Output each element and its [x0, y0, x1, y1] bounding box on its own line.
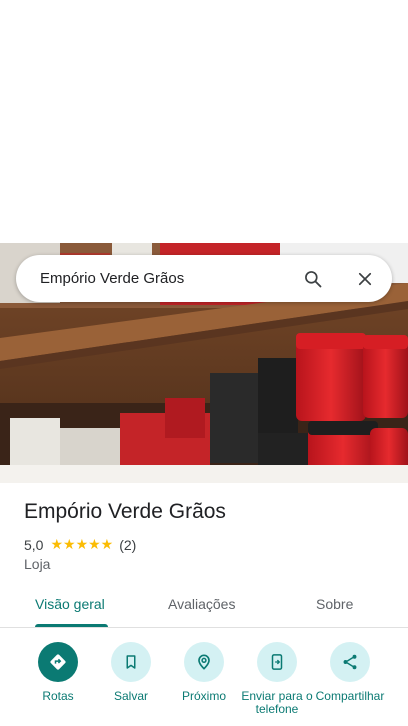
star-rating: ★★★★★	[50, 536, 114, 552]
place-category: Loja	[24, 556, 51, 572]
nearby-label: Próximo	[181, 689, 226, 703]
save-label: Salvar	[113, 689, 148, 703]
tab-overview[interactable]: Visão geral	[35, 596, 105, 612]
map-area[interactable]	[0, 0, 408, 243]
review-count[interactable]: (2)	[119, 537, 136, 553]
place-title: Empório Verde Grãos	[24, 500, 226, 523]
tab-bar: Visão geral Avaliações Sobre	[0, 584, 408, 628]
save-button[interactable]: Salvar	[91, 642, 171, 703]
search-input[interactable]: Empório Verde Grãos	[40, 270, 302, 287]
directions-label: Rotas	[42, 689, 74, 703]
close-icon[interactable]	[354, 268, 376, 290]
bookmark-icon	[111, 642, 151, 682]
directions-icon	[38, 642, 78, 682]
search-icon[interactable]	[302, 268, 324, 290]
active-tab-indicator	[35, 624, 108, 627]
send-to-phone-button[interactable]: Enviar para o telefone	[237, 642, 317, 716]
share-button[interactable]: Compartilhar	[310, 642, 390, 703]
nearby-icon	[184, 642, 224, 682]
send-to-phone-icon	[257, 642, 297, 682]
send-to-phone-label: Enviar para o telefone	[241, 689, 313, 716]
nearby-button[interactable]: Próximo	[164, 642, 244, 703]
rating-row[interactable]: 5,0 ★★★★★ (2)	[24, 536, 136, 553]
share-label: Compartilhar	[315, 689, 385, 703]
rating-value: 5,0	[24, 536, 44, 553]
share-icon	[330, 642, 370, 682]
directions-button[interactable]: Rotas	[18, 642, 98, 703]
tab-reviews[interactable]: Avaliações	[168, 596, 235, 612]
search-bar[interactable]: Empório Verde Grãos	[16, 255, 392, 302]
tab-about[interactable]: Sobre	[316, 596, 353, 612]
